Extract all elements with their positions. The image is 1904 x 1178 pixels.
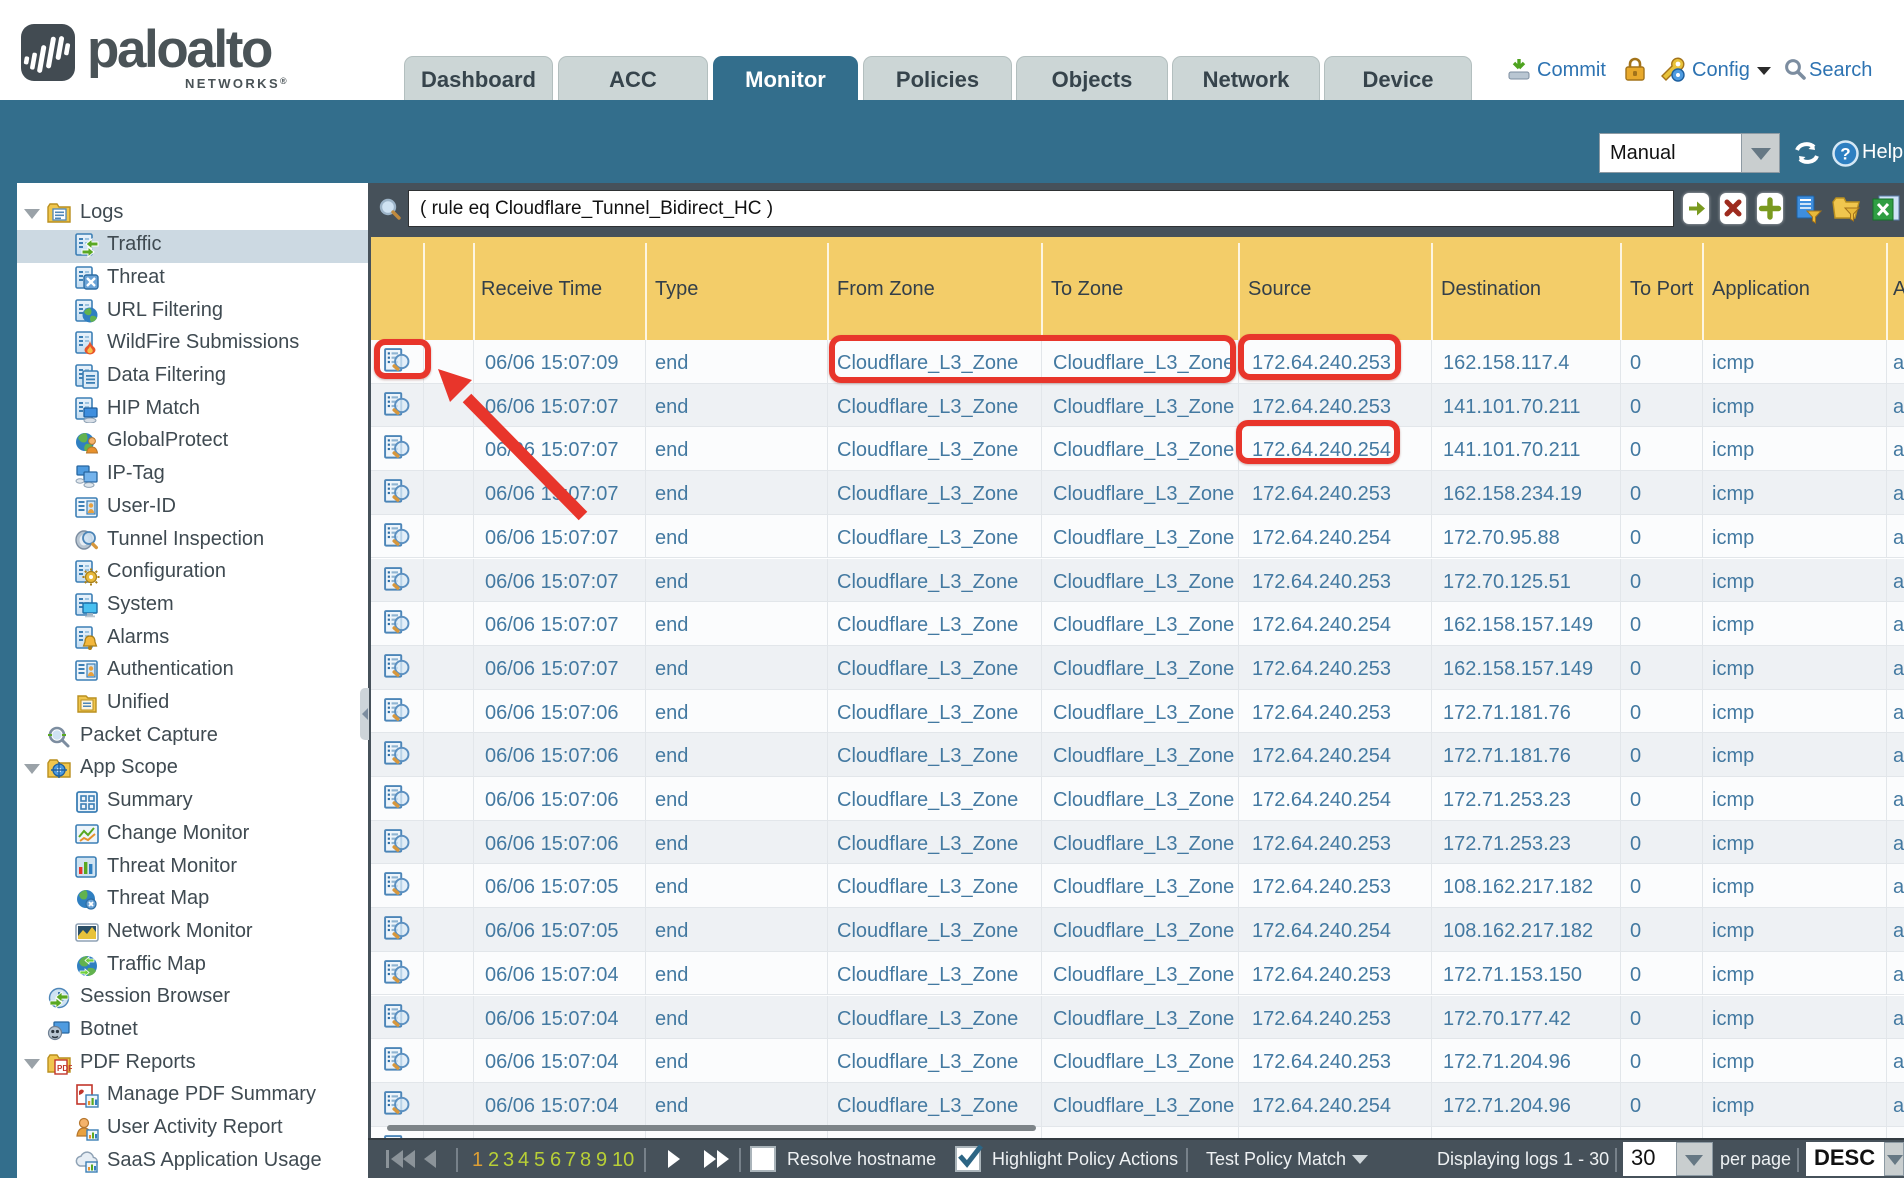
svg-text:?: ? bbox=[1840, 145, 1850, 164]
